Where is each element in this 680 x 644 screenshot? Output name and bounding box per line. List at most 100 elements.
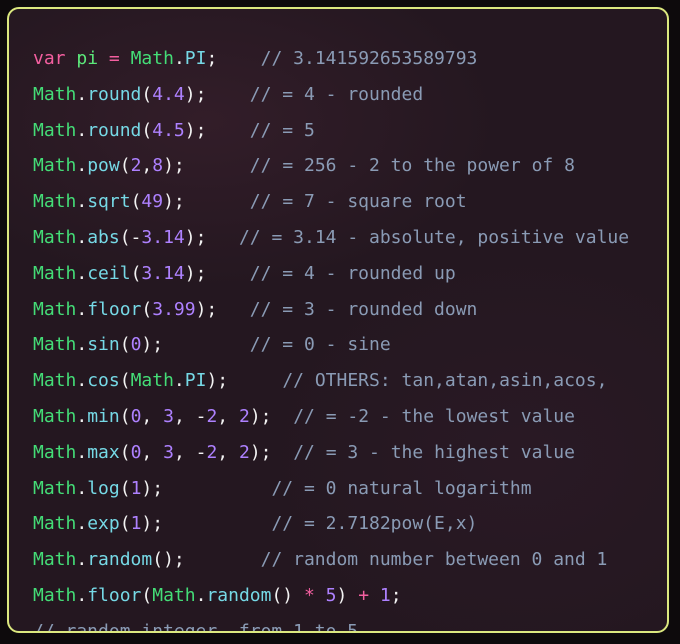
code-token: ceil [87,262,131,284]
code-token: Math [130,48,174,69]
code-token: // random integer, from 1 to 5 [33,620,359,633]
code-token: ); [141,513,164,535]
code-token: ; [206,48,218,69]
code-token: . [76,226,88,248]
code-token: . [76,119,88,141]
code-token: // = 2.7182pow(E,x) [163,513,478,535]
line-abs: Math.abs(-3.14); // = 3.14 - absolute, p… [33,220,629,256]
code-token: Math [33,191,77,213]
code-token: 1 [379,584,391,606]
code-token: , [141,155,153,177]
code-token: 3 [163,405,174,427]
code-token: 3.14 [141,226,185,248]
code-token: ( [141,119,153,141]
line-trailing-comment: // random integer, from 1 to 5 [33,614,629,633]
code-token: , - [173,441,207,463]
code-token: ( [141,83,153,105]
line-log: Math.log(1); // = 0 natural logarithm [33,471,629,507]
code-token: 8 [152,155,164,177]
code-token: abs [87,226,120,248]
code-token: (- [119,226,142,248]
code-token: // random number between 0 and 1 [184,549,608,571]
code-token: ( [119,334,131,356]
code-token: 1 [130,477,142,499]
code-token: 5 [325,584,337,606]
code-token: round [87,83,142,105]
code-token: max [87,441,120,463]
code-token: log [87,477,120,499]
line-floor: Math.floor(3.99); // = 3 - rounded down [33,292,629,328]
code-token: Math [33,370,77,392]
code-token: () [271,584,304,606]
code-token: Math [33,513,77,535]
code-token: * [303,584,315,606]
code-token: Math [33,83,77,105]
line-round-45: Math.round(4.5); // = 5 [33,113,629,149]
code-token: ); [141,477,164,499]
line-sqrt: Math.sqrt(49); // = 7 - square root [33,184,629,220]
code-token: Math [33,477,77,499]
code-token: ); [249,441,272,463]
code-token: ( [119,477,131,499]
code-token: sin [87,334,120,356]
code-token: // = 3 - rounded down [217,298,478,320]
code-token: // = 0 - sine [163,334,391,356]
code-token: 3.99 [152,298,196,320]
code-token: ); [206,370,229,392]
code-token: 0 [130,405,142,427]
code-block: var pi = Math.PI; // 3.141592653589793 Ma… [9,27,629,633]
code-token: ); [184,83,207,105]
line-floor-random: Math.floor(Math.random() * 5) + 1; [33,578,629,614]
code-token: cos [87,370,120,392]
code-token: // = 256 - 2 to the power of 8 [184,155,575,177]
code-token: Math [152,584,196,606]
code-token: Math [33,441,77,463]
code-token: 2 [238,405,250,427]
code-token: 3 [163,441,174,463]
code-token: floor [87,584,142,606]
code-token: Math [33,155,77,177]
code-token: sqrt [87,191,131,213]
code-token: , [217,441,239,463]
code-token: exp [87,513,120,535]
code-token: . [173,48,185,69]
code-token: 3.14 [141,262,185,284]
code-token: // 3.141592653589793 [217,48,478,69]
code-token: pi [76,48,99,69]
code-token: ( [141,298,153,320]
code-token: . [76,262,88,284]
code-token: = [108,48,120,69]
code-token: . [76,584,88,606]
code-token: . [76,334,88,356]
code-token: // = 5 [206,119,315,141]
code-token: . [173,370,185,392]
code-token: ; [390,584,402,606]
code-token: ( [119,370,131,392]
code-token: . [195,584,207,606]
code-token: . [76,405,88,427]
code-token: 2 [130,155,142,177]
line-cos: Math.cos(Math.PI); // OTHERS: tan,atan,a… [33,363,629,399]
code-token: ( [119,405,131,427]
code-token: floor [87,298,142,320]
code-token: ); [141,334,164,356]
code-token: ); [163,191,185,213]
code-token: ( [119,441,131,463]
code-token: // = 3.14 - absolute, positive value [206,226,630,248]
code-token: 49 [141,191,164,213]
code-token: 0 [130,334,142,356]
code-token: random [87,549,153,571]
code-token: Math [33,584,77,606]
line-max: Math.max(0, 3, -2, 2); // = 3 - the high… [33,435,629,471]
code-token: 2 [206,405,218,427]
code-token: ); [184,119,207,141]
code-token: . [76,298,88,320]
code-token: 0 [130,441,142,463]
code-token: . [76,441,88,463]
code-token: random [206,584,272,606]
code-snippet-card: var pi = Math.PI; // 3.141592653589793 Ma… [7,7,669,633]
line-ceil: Math.ceil(3.14); // = 4 - rounded up [33,256,629,292]
